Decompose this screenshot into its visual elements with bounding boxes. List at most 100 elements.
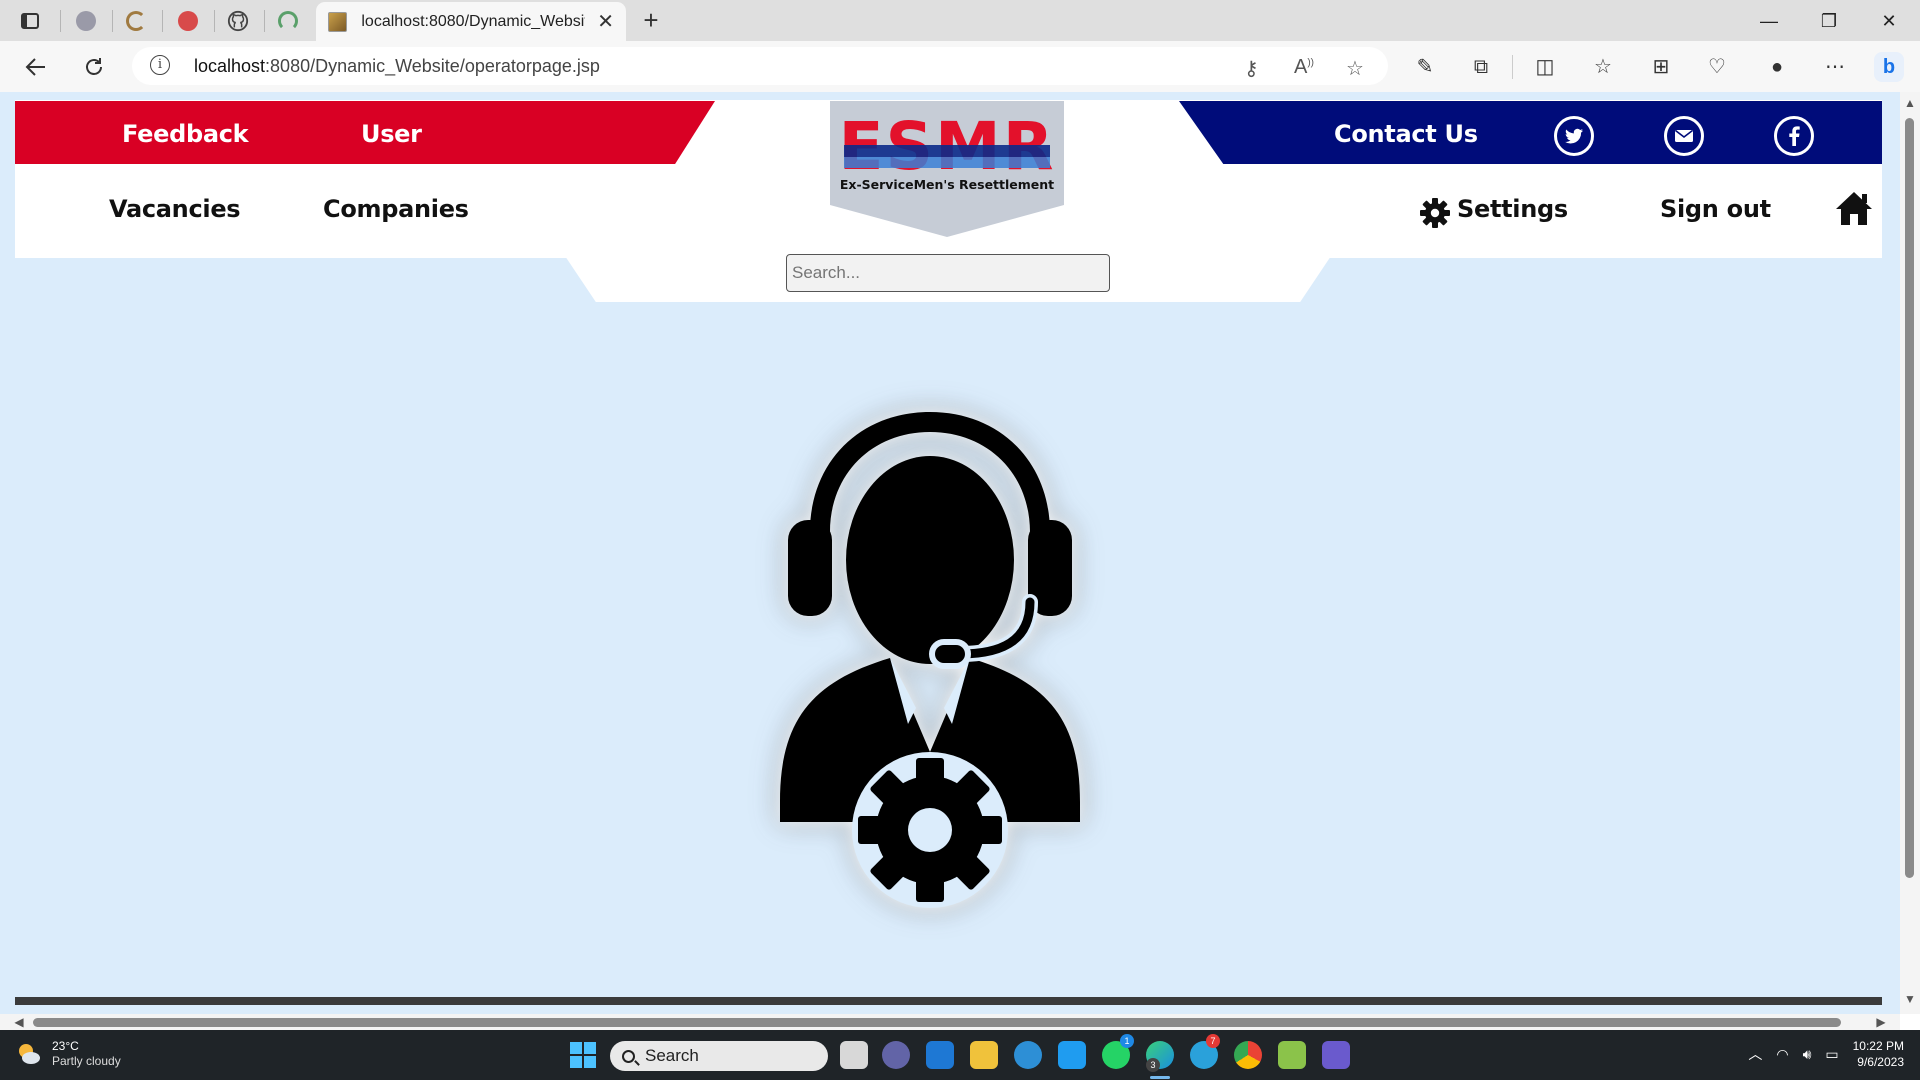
facebook-icon xyxy=(1789,126,1800,146)
pinned-tab-2[interactable] xyxy=(112,6,160,36)
horizontal-scrollbar-thumb[interactable] xyxy=(33,1018,1841,1027)
site-info-icon[interactable]: i xyxy=(150,55,170,75)
new-tab-button[interactable]: + xyxy=(636,6,666,36)
clock[interactable]: 10:22 PM 9/6/2023 xyxy=(1853,1038,1904,1070)
scroll-right-arrow-icon[interactable]: ▶ xyxy=(1874,1015,1888,1029)
extension-pen-icon[interactable]: ✎ xyxy=(1410,52,1440,82)
url-host: localhost xyxy=(194,56,266,76)
task-view-icon[interactable] xyxy=(840,1041,868,1069)
nav-link-vacancies[interactable]: Vacancies xyxy=(109,195,241,223)
system-tray: ︿ ◠ 🔊︎ ▭ 10:22 PM 9/6/2023 xyxy=(1748,1038,1904,1070)
address-url[interactable]: localhost:8080/Dynamic_Website/operatorp… xyxy=(194,56,600,77)
favorite-star-icon[interactable]: ☆ xyxy=(1346,56,1364,81)
close-tab-icon[interactable]: ✕ xyxy=(597,9,614,34)
mail-button[interactable] xyxy=(1664,116,1704,156)
clock-time: 10:22 PM xyxy=(1852,1039,1904,1053)
scroll-down-arrow-icon[interactable]: ▼ xyxy=(1902,992,1918,1006)
volume-icon[interactable]: 🔊︎ xyxy=(1803,1046,1812,1063)
weather-temperature: 23°C xyxy=(52,1039,79,1053)
settings-gear-icon[interactable] xyxy=(1419,197,1451,229)
browser-toolbar: i localhost:8080/Dynamic_Website/operato… xyxy=(0,41,1920,92)
mail-app-icon[interactable] xyxy=(926,1041,954,1069)
scroll-up-arrow-icon[interactable]: ▲ xyxy=(1902,96,1918,110)
search-icon xyxy=(622,1049,635,1063)
browser-essentials-icon[interactable]: ♡ xyxy=(1702,52,1732,82)
key-icon[interactable]: ⚷ xyxy=(1244,56,1259,81)
weather-widget[interactable]: 23°C Partly cloudy xyxy=(16,1039,121,1069)
tab-actions-icon xyxy=(21,13,39,29)
taskbar-search[interactable]: Search xyxy=(610,1041,828,1071)
page-footer-line xyxy=(15,997,1882,1005)
browser-tab-strip: localhost:8080/Dynamic_Website ✕ + — ❐ ✕ xyxy=(0,0,1920,41)
mail-icon xyxy=(1675,129,1693,142)
pinned-tab-5[interactable] xyxy=(264,6,312,36)
back-button[interactable] xyxy=(18,49,54,85)
extensions-icon[interactable]: ⧉ xyxy=(1466,52,1496,82)
tray-chevron-icon[interactable]: ︿ xyxy=(1748,1044,1762,1064)
refresh-icon xyxy=(86,58,102,75)
restore-button[interactable]: ❐ xyxy=(1806,6,1852,36)
back-arrow-icon xyxy=(25,58,45,76)
vertical-scrollbar[interactable]: ▲ ▼ xyxy=(1900,92,1920,1014)
active-tab-title: localhost:8080/Dynamic_Website xyxy=(361,12,586,30)
tab-actions-button[interactable] xyxy=(6,6,54,36)
nav-link-contact-us[interactable]: Contact Us xyxy=(1334,120,1478,148)
teams-chat-icon[interactable] xyxy=(882,1041,910,1069)
nav-link-user[interactable]: User xyxy=(361,120,422,148)
favorites-icon[interactable]: ☆ xyxy=(1588,52,1618,82)
split-screen-icon[interactable]: ◫ xyxy=(1530,52,1560,82)
active-tab[interactable]: localhost:8080/Dynamic_Website ✕ xyxy=(316,2,626,41)
github-icon xyxy=(227,10,249,32)
battery-icon[interactable]: ▭ xyxy=(1825,1046,1838,1063)
refresh-button[interactable] xyxy=(76,49,112,85)
edge-badge: 3 xyxy=(1146,1058,1160,1072)
logo-subtitle: Ex-ServiceMen's Resettlement xyxy=(840,177,1054,192)
file-explorer-icon[interactable] xyxy=(970,1041,998,1069)
twitter-icon xyxy=(1565,128,1583,144)
chrome-icon[interactable] xyxy=(1234,1041,1262,1069)
url-path: :8080/Dynamic_Website/operatorpage.jsp xyxy=(265,56,600,76)
pinned-tab-2-icon xyxy=(126,11,146,31)
horizontal-scrollbar[interactable]: ◀ ▶ xyxy=(0,1014,1900,1030)
profile-avatar-icon[interactable]: ● xyxy=(1762,52,1792,82)
read-aloud-icon[interactable]: A)) xyxy=(1294,56,1314,79)
app-cube-icon[interactable] xyxy=(1278,1041,1306,1069)
more-menu-icon[interactable]: ⋯ xyxy=(1820,52,1850,82)
customer-support-operator-icon xyxy=(780,412,1080,908)
close-window-button[interactable]: ✕ xyxy=(1866,6,1912,36)
vscode-icon[interactable] xyxy=(1058,1041,1086,1069)
nav-link-companies[interactable]: Companies xyxy=(323,195,469,223)
collections-icon[interactable]: ⊞ xyxy=(1646,52,1676,82)
edge-active-indicator xyxy=(1150,1076,1170,1079)
twitter-button[interactable] xyxy=(1554,116,1594,156)
partly-cloudy-icon xyxy=(19,1044,40,1064)
minimize-button[interactable]: — xyxy=(1746,6,1792,36)
search-input[interactable] xyxy=(786,254,1110,292)
site-favicon-icon xyxy=(328,11,348,32)
esmr-logo[interactable]: ESMR Ex-ServiceMen's Resettlement xyxy=(830,101,1064,237)
pinned-tab-1[interactable] xyxy=(62,6,110,36)
pinned-tab-3-icon xyxy=(178,11,198,31)
safari-like-browser-icon[interactable] xyxy=(1014,1041,1042,1069)
nav-link-sign-out[interactable]: Sign out xyxy=(1660,195,1771,223)
nav-link-settings[interactable]: Settings xyxy=(1457,195,1568,223)
nav-link-feedback[interactable]: Feedback xyxy=(122,120,249,148)
home-icon[interactable] xyxy=(1835,190,1873,226)
pinned-tab-5-icon xyxy=(278,11,298,31)
wifi-icon[interactable]: ◠ xyxy=(1776,1046,1788,1063)
address-bar[interactable]: i localhost:8080/Dynamic_Website/operato… xyxy=(132,47,1388,85)
weather-condition: Partly cloudy xyxy=(52,1054,121,1068)
pinned-tab-github[interactable] xyxy=(214,6,262,36)
clock-date: 9/6/2023 xyxy=(1857,1055,1904,1069)
start-button[interactable] xyxy=(570,1042,596,1068)
taskbar: 23°C Partly cloudy Search 1 3 7 ︿ ◠ 🔊︎ ▭… xyxy=(0,1030,1920,1080)
scroll-left-arrow-icon[interactable]: ◀ xyxy=(12,1015,26,1029)
copilot-icon[interactable]: b xyxy=(1874,52,1904,82)
taskbar-search-label: Search xyxy=(645,1046,699,1065)
pinned-tab-3[interactable] xyxy=(164,6,212,36)
facebook-button[interactable] xyxy=(1774,116,1814,156)
page-body: Feedback User Contact Us ESMR Ex-Service… xyxy=(0,92,1900,1014)
telegram-badge: 7 xyxy=(1206,1034,1220,1048)
app-feather-icon[interactable] xyxy=(1322,1041,1350,1069)
vertical-scrollbar-thumb[interactable] xyxy=(1905,118,1914,878)
